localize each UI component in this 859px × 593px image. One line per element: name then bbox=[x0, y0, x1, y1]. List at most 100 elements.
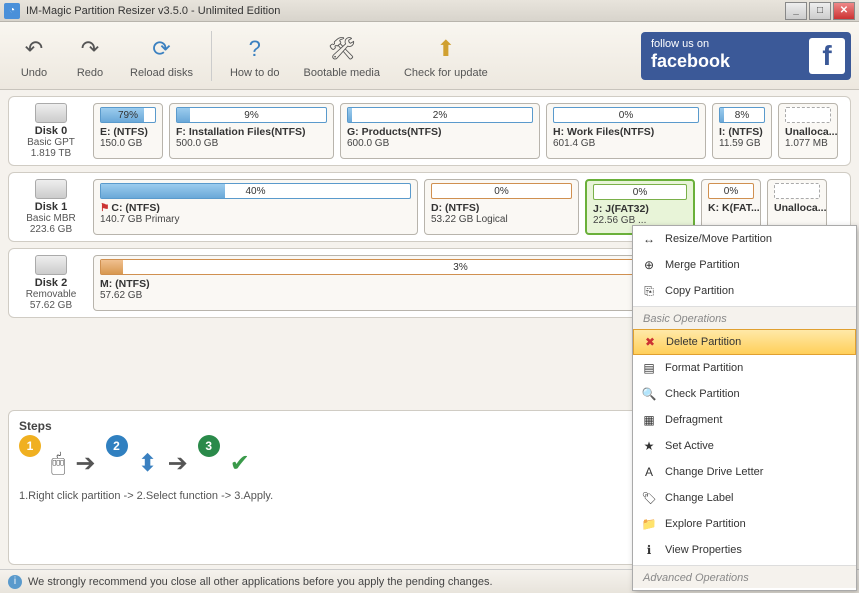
partition-title: J: J(FAT32) bbox=[593, 203, 687, 215]
partition[interactable]: 40%⚑C: (NTFS)140.7 GB Primary bbox=[93, 179, 418, 235]
usage-bar: 9% bbox=[176, 107, 327, 123]
disk-label: Disk 0Basic GPT1.819 TB bbox=[15, 103, 87, 159]
partition-title: I: (NTFS) bbox=[719, 126, 765, 138]
reload-icon: ⟳ bbox=[145, 33, 177, 65]
ctx-changelabel[interactable]: 🏷Change Label bbox=[633, 485, 856, 511]
reload-button[interactable]: ⟳Reload disks bbox=[120, 29, 203, 83]
usage-bar: 2% bbox=[347, 107, 533, 123]
facebook-banner[interactable]: follow us onfacebook f bbox=[641, 32, 851, 80]
partition-size: 600.0 GB bbox=[347, 138, 533, 149]
partition-title: Unalloca... bbox=[774, 202, 820, 214]
label-icon: 🏷 bbox=[641, 490, 657, 506]
disk-icon bbox=[35, 103, 67, 123]
active-icon: ★ bbox=[641, 438, 657, 454]
ctx-explore[interactable]: 📁Explore Partition bbox=[633, 511, 856, 537]
minimize-button[interactable]: _ bbox=[785, 2, 807, 20]
folder-icon: 📁 bbox=[641, 516, 657, 532]
partition-title: F: Installation Files(NTFS) bbox=[176, 126, 327, 138]
steps-caption: 1.Right click partition -> 2.Select func… bbox=[19, 490, 652, 502]
partition-size: 500.0 GB bbox=[176, 138, 327, 149]
partition-title: H: Work Files(NTFS) bbox=[553, 126, 699, 138]
partition[interactable]: 0% H: Work Files(NTFS)601.4 GB bbox=[546, 103, 706, 159]
partition[interactable]: 79% E: (NTFS)150.0 GB bbox=[93, 103, 163, 159]
ctx-merge[interactable]: ⊕Merge Partition bbox=[633, 252, 856, 278]
toolbar: ↶Undo ↷Redo ⟳Reload disks ?How to do 🛠Bo… bbox=[0, 22, 859, 90]
partition-size: 601.4 GB bbox=[553, 138, 699, 149]
mouse-icon: 🖱 bbox=[51, 450, 65, 478]
usage-bar: 0% bbox=[553, 107, 699, 123]
props-icon: ℹ bbox=[641, 542, 657, 558]
partition-title: Unalloca... bbox=[785, 126, 831, 138]
step-3-badge: 3 bbox=[198, 435, 220, 457]
disk-label: Disk 2Removable57.62 GB bbox=[15, 255, 87, 311]
undo-button[interactable]: ↶Undo bbox=[8, 29, 60, 83]
partition-size: 150.0 GB bbox=[100, 138, 156, 149]
app-icon: ◔ bbox=[4, 3, 20, 19]
ctx-defrag[interactable]: ▦Defragment bbox=[633, 407, 856, 433]
usage-bar bbox=[774, 183, 820, 199]
letter-icon: A bbox=[641, 464, 657, 480]
info-icon: i bbox=[8, 575, 22, 589]
usage-bar: 0% bbox=[431, 183, 572, 199]
wrench-icon: 🛠 bbox=[326, 33, 358, 65]
close-button[interactable]: ✕ bbox=[833, 2, 855, 20]
partition-size: 53.22 GB Logical bbox=[431, 214, 572, 225]
step-1-badge: 1 bbox=[19, 435, 41, 457]
disk-icon bbox=[35, 179, 67, 199]
partition-title: K: K(FAT... bbox=[708, 202, 754, 214]
redo-icon: ↷ bbox=[74, 33, 106, 65]
ctx-check[interactable]: 🔍Check Partition bbox=[633, 381, 856, 407]
step-2-badge: 2 bbox=[106, 435, 128, 457]
partition-size: 1.077 MB bbox=[785, 138, 831, 149]
ctx-setactive[interactable]: ★Set Active bbox=[633, 433, 856, 459]
defrag-icon: ▦ bbox=[641, 412, 657, 428]
delete-icon: ✖ bbox=[642, 334, 658, 350]
howto-button[interactable]: ?How to do bbox=[220, 29, 290, 83]
maximize-button[interactable]: □ bbox=[809, 2, 831, 20]
help-icon: ? bbox=[239, 33, 271, 65]
partition[interactable]: 8% I: (NTFS)11.59 GB bbox=[712, 103, 772, 159]
facebook-icon: f bbox=[809, 38, 845, 74]
usage-bar: 8% bbox=[719, 107, 765, 123]
ctx-basic-header: Basic Operations bbox=[633, 306, 856, 329]
check-icon: 🔍 bbox=[641, 386, 657, 402]
redo-button[interactable]: ↷Redo bbox=[64, 29, 116, 83]
partition[interactable]: 0% D: (NTFS)53.22 GB Logical bbox=[424, 179, 579, 235]
partition[interactable]: 2%G: Products(NTFS)600.0 GB bbox=[340, 103, 540, 159]
update-button[interactable]: ⬆Check for update bbox=[394, 29, 498, 83]
checkmark-icon: ✔ bbox=[230, 449, 250, 478]
undo-icon: ↶ bbox=[18, 33, 50, 65]
format-icon: ▤ bbox=[641, 360, 657, 376]
context-menu: ↔Resize/Move Partition ⊕Merge Partition … bbox=[632, 225, 857, 591]
titlebar: ◔ IM-Magic Partition Resizer v3.5.0 - Un… bbox=[0, 0, 859, 22]
ctx-copy[interactable]: ⎘Copy Partition bbox=[633, 278, 856, 304]
resize-icon: ↔ bbox=[641, 231, 657, 247]
partition[interactable]: 9% F: Installation Files(NTFS)500.0 GB bbox=[169, 103, 334, 159]
disk-icon bbox=[35, 255, 67, 275]
partition-size: 11.59 GB bbox=[719, 138, 765, 149]
copy-icon: ⎘ bbox=[641, 283, 657, 299]
ctx-delete[interactable]: ✖Delete Partition bbox=[633, 329, 856, 355]
partition[interactable]: Unalloca...1.077 MB bbox=[778, 103, 838, 159]
disk-label: Disk 1Basic MBR223.6 GB bbox=[15, 179, 87, 235]
usage-bar bbox=[785, 107, 831, 123]
partition-title: D: (NTFS) bbox=[431, 202, 572, 214]
usage-bar: 0% bbox=[708, 183, 754, 199]
ctx-adv-header: Advanced Operations bbox=[633, 565, 856, 588]
ctx-format[interactable]: ▤Format Partition bbox=[633, 355, 856, 381]
steps-panel: Steps 1🖱 ➔ 2⬍ ➔ 3✔ 1.Right click partiti… bbox=[8, 410, 663, 565]
steps-title: Steps bbox=[19, 419, 652, 433]
usage-bar: 0% bbox=[593, 184, 687, 200]
ctx-changeletter[interactable]: AChange Drive Letter bbox=[633, 459, 856, 485]
disk-row: Disk 0Basic GPT1.819 TB 79% E: (NTFS)150.0… bbox=[8, 96, 851, 166]
usage-bar: 79% bbox=[100, 107, 156, 123]
resize-icon: ⬍ bbox=[138, 449, 158, 478]
separator bbox=[211, 31, 212, 81]
ctx-resize[interactable]: ↔Resize/Move Partition bbox=[633, 226, 856, 252]
partition-size: 140.7 GB Primary bbox=[100, 214, 411, 225]
partition-title: E: (NTFS) bbox=[100, 126, 156, 138]
ctx-viewprops[interactable]: ℹView Properties bbox=[633, 537, 856, 563]
usage-bar: 40% bbox=[100, 183, 411, 199]
bootable-button[interactable]: 🛠Bootable media bbox=[294, 29, 390, 83]
status-text: We strongly recommend you close all othe… bbox=[28, 576, 493, 588]
